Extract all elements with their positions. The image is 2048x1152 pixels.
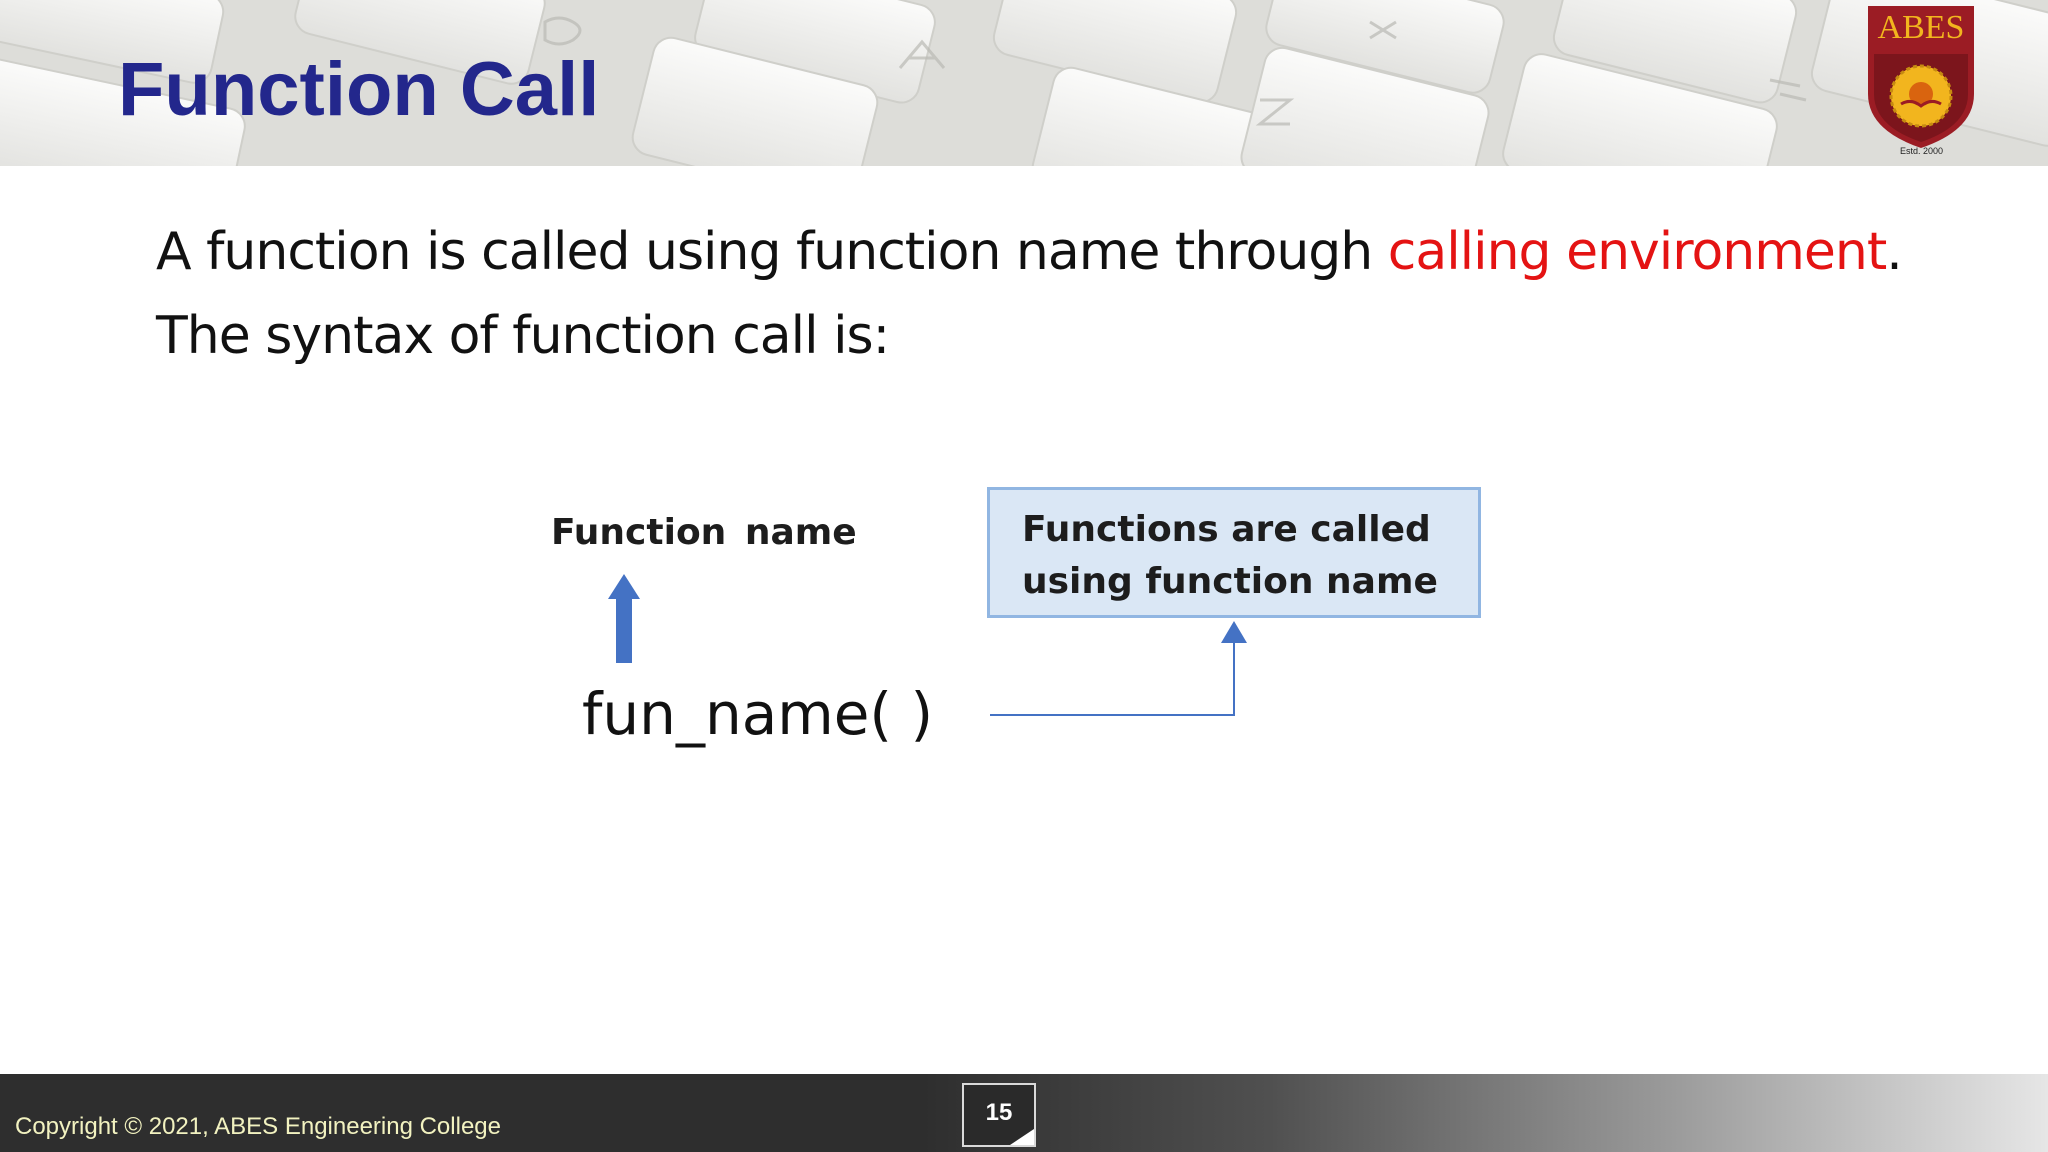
page-number-badge: 15 [962, 1083, 1036, 1147]
page-number: 15 [985, 1099, 1013, 1126]
callout-line-2: using function name [1022, 561, 1438, 602]
code-snippet: fun_name( ) [582, 680, 934, 748]
up-arrow-icon [608, 574, 640, 663]
callout-box: Functions are called using function name [987, 487, 1481, 618]
function-name-label: Function name [551, 512, 857, 553]
page-fold-icon [1010, 1129, 1034, 1145]
connector-arrow [990, 621, 1247, 716]
copyright-text: Copyright © 2021, ABES Engineering Colle… [15, 1113, 501, 1140]
callout-line-1: Functions are called [1022, 509, 1431, 550]
